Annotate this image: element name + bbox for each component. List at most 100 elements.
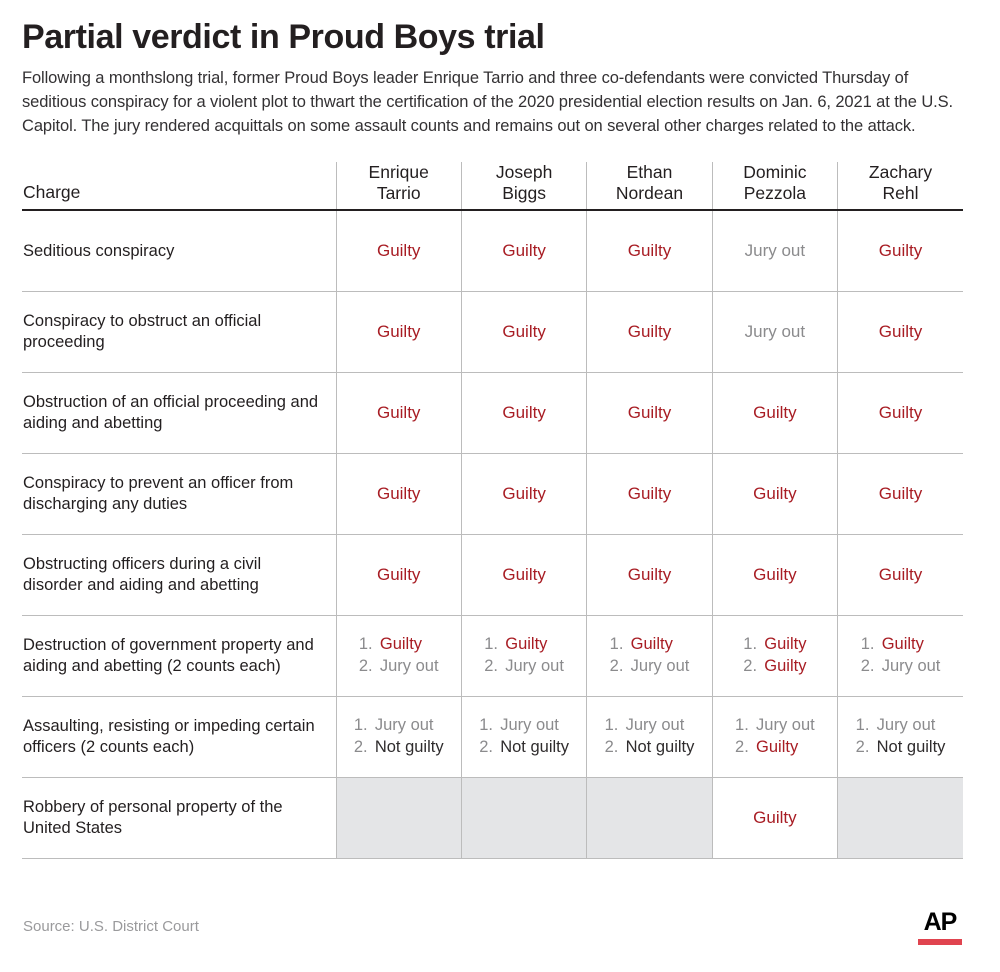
count-number: 2. xyxy=(609,657,624,676)
verdict-cell: 1. Jury out 2. Not guilty xyxy=(460,696,587,779)
verdict-cell: Guilty xyxy=(586,372,713,455)
verdict-count-item: 1. Guilty xyxy=(484,634,564,656)
verdict-cell: Jury out xyxy=(711,210,838,293)
verdict-cell: Guilty xyxy=(586,210,713,293)
verdict-count-list: 1. Guilty 2. Guilty xyxy=(743,634,806,678)
verdict-value: Guilty xyxy=(878,565,923,584)
verdict-count-list: 1. Jury out 2. Not guilty xyxy=(354,715,444,759)
defendant-first-name: Enrique xyxy=(368,161,429,182)
verdict-count-item: 2. Jury out xyxy=(610,656,690,678)
table-row: Seditious conspiracy Guilty Guilty Guilty Ju… xyxy=(22,210,963,293)
ap-logo: AP xyxy=(918,910,962,945)
verdict-value: Guilty xyxy=(376,484,421,503)
defendant-first-name: Joseph xyxy=(495,161,553,182)
verdict-cell: 1. Guilty 2. Guilty xyxy=(711,615,838,698)
verdict-cell: Guilty xyxy=(711,777,838,860)
verdict-cell: 1. Guilty 2. Jury out xyxy=(586,615,713,698)
table-row: Robbery of personal property of the Unit… xyxy=(22,777,963,860)
header-row: Charge Enrique Tarrio Joseph Biggs Ethan… xyxy=(22,161,963,212)
verdict-cell: Guilty xyxy=(460,210,587,293)
verdict-value: Jury out xyxy=(500,716,559,735)
charge-label: Obstruction of an official proceeding an… xyxy=(22,372,337,455)
ap-logo-bar xyxy=(918,939,962,945)
verdict-cell: Guilty xyxy=(586,453,713,536)
count-number: 2. xyxy=(743,657,758,676)
verdict-cell: Guilty xyxy=(335,534,462,617)
verdict-value: Jury out xyxy=(744,322,806,341)
count-number: 2. xyxy=(604,738,619,757)
verdict-cell: Guilty xyxy=(837,210,963,293)
count-number: 2. xyxy=(358,657,373,676)
verdict-cell xyxy=(837,777,963,860)
verdict-count-list: 1. Guilty 2. Jury out xyxy=(484,634,564,678)
defendant-first-name: Zachary xyxy=(868,161,933,182)
count-number: 1. xyxy=(604,716,619,735)
verdict-cell: Guilty xyxy=(837,291,963,374)
verdict-count-list: 1. Guilty 2. Jury out xyxy=(610,634,690,678)
verdict-value: Guilty xyxy=(878,241,923,260)
charge-label: Assaulting, resisting or impeding certai… xyxy=(22,696,337,779)
verdict-value: Jury out xyxy=(881,657,941,676)
verdict-count-item: 2. Not guilty xyxy=(605,737,695,759)
verdict-count-list: 1. Jury out 2. Not guilty xyxy=(856,715,946,759)
verdict-value: Guilty xyxy=(502,484,546,503)
verdict-cell xyxy=(586,777,713,860)
verdict-count-item: 1. Guilty xyxy=(743,634,806,656)
count-number: 1. xyxy=(735,716,749,735)
verdict-value: Guilty xyxy=(379,635,423,654)
table-row: Conspiracy to prevent an officer from di… xyxy=(22,453,963,536)
page-subtitle: Following a monthslong trial, former Pro… xyxy=(22,68,954,135)
verdict-value: Guilty xyxy=(627,322,672,341)
verdict-cell: Guilty xyxy=(711,372,838,455)
verdict-count-item: 1. Jury out xyxy=(354,715,444,737)
verdict-cell: Guilty xyxy=(837,372,963,455)
count-number: 2. xyxy=(735,738,749,757)
verdict-value: Jury out xyxy=(379,657,439,676)
defendant-last-name: Pezzola xyxy=(743,182,807,203)
column-header-defendant-0: Enrique Tarrio xyxy=(335,161,462,212)
verdict-value: Guilty xyxy=(502,565,546,584)
verdict-value: Guilty xyxy=(753,484,797,503)
verdict-count-item: 1. Guilty xyxy=(610,634,690,656)
verdict-count-list: 1. Guilty 2. Jury out xyxy=(359,634,439,678)
verdict-count-list: 1. Guilty 2. Jury out xyxy=(861,634,941,678)
verdict-value: Guilty xyxy=(627,565,672,584)
verdict-value: Guilty xyxy=(630,635,673,654)
verdict-cell: Guilty xyxy=(335,291,462,374)
verdict-count-item: 2. Not guilty xyxy=(856,737,946,759)
table-header: Charge Enrique Tarrio Joseph Biggs Ethan… xyxy=(22,161,963,212)
column-header-defendant-1: Joseph Biggs xyxy=(460,161,587,212)
verdict-cell: 1. Jury out 2. Guilty xyxy=(711,696,838,779)
table-row: Obstruction of an official proceeding an… xyxy=(22,372,963,455)
verdict-value: Guilty xyxy=(376,403,421,422)
defendant-last-name: Rehl xyxy=(882,182,919,203)
defendant-last-name: Tarrio xyxy=(376,182,421,203)
infographic-page: Partial verdict in Proud Boys trial Foll… xyxy=(0,0,1000,972)
verdict-cell: Guilty xyxy=(460,453,587,536)
count-number: 2. xyxy=(855,738,870,757)
verdict-count-list: 1. Jury out 2. Not guilty xyxy=(479,715,569,759)
verdict-value: Guilty xyxy=(881,635,924,654)
verdict-value: Guilty xyxy=(627,484,672,503)
count-number: 2. xyxy=(860,657,875,676)
verdict-cell: Guilty xyxy=(711,534,838,617)
charge-label: Robbery of personal property of the Unit… xyxy=(22,777,337,860)
count-number: 1. xyxy=(743,635,758,654)
verdict-count-item: 2. Jury out xyxy=(861,656,941,678)
column-header-defendant-4: Zachary Rehl xyxy=(837,161,963,212)
verdict-count-item: 1. Guilty xyxy=(359,634,439,656)
verdict-value: Guilty xyxy=(753,565,797,584)
verdict-count-item: 1. Jury out xyxy=(735,715,815,737)
verdict-count-item: 1. Jury out xyxy=(605,715,695,737)
count-number: 1. xyxy=(860,635,875,654)
verdict-cell: 1. Jury out 2. Not guilty xyxy=(837,696,963,779)
verdict-value: Not guilty xyxy=(374,738,444,757)
table-body: Seditious conspiracy Guilty Guilty Guilty Ju… xyxy=(22,210,963,860)
verdict-value: Guilty xyxy=(753,808,797,827)
ap-logo-text: AP xyxy=(923,908,958,936)
verdict-count-item: 2. Not guilty xyxy=(354,737,444,759)
verdict-chart: Charge Enrique Tarrio Joseph Biggs Ethan… xyxy=(22,161,963,860)
verdict-cell: Guilty xyxy=(335,210,462,293)
verdict-cell: 1. Jury out 2. Not guilty xyxy=(586,696,713,779)
count-number: 1. xyxy=(855,716,870,735)
